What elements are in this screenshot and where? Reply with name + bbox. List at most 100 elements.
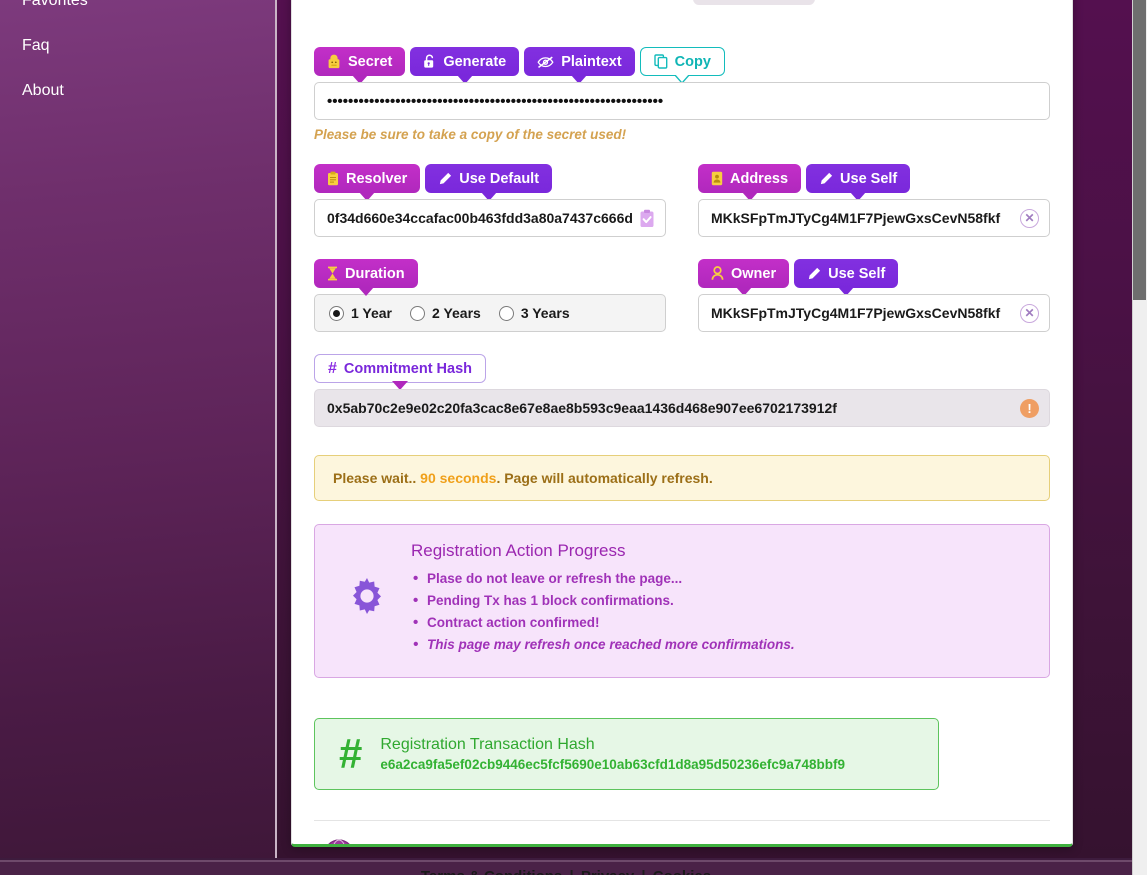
eye-off-icon [537,55,554,69]
unlock-icon [423,54,436,69]
radio-dot[interactable] [410,305,426,321]
resolver-use-default-button[interactable]: Use Default [425,164,553,201]
tx-hash-value[interactable]: e6a2ca9fa5ef02cb9446ec5fcf5690e10ab63cfd… [380,757,845,772]
lock-person-icon [327,54,341,69]
address-action-text: Use Self [840,170,898,187]
duration-radio-group[interactable]: 1 Year 2 Years 3 Years [314,294,666,332]
commitment-label-button: # Commitment Hash [314,354,487,390]
sidebar-item-label: Faq [22,37,50,54]
duration-label-button[interactable]: Duration [314,259,418,296]
address-input[interactable]: MKkSFpTmJTyCg4M1F7PjewGxsCevN58fkf ✕ [698,199,1050,237]
secret-value: ••••••••••••••••••••••••••••••••••••••••… [327,92,664,110]
top-partial-row: 93694.0216 [314,0,1050,7]
progress-line: Contract action confirmed! [411,614,1029,631]
globe-logo-icon [324,839,354,844]
duration-group: Duration 1 Year 2 Years 3 Years [314,259,666,332]
commitment-label-text: Commitment Hash [343,360,473,377]
resolver-group: Resolver Use Default 0f34d660e34ccafac00… [314,164,666,237]
secret-hint: Please be sure to take a copy of the sec… [314,127,627,142]
wait-suffix: . Page will automatically refresh. [496,470,713,486]
owner-value: MKkSFpTmJTyCg4M1F7PjewGxsCevN58fkf [711,305,1001,321]
owner-action-text: Use Self [828,265,886,282]
resolver-input[interactable]: 0f34d660e34ccafac00b463fdd3a80a7437c666d [314,199,666,237]
copy-icon [653,54,668,69]
hash-icon: # [339,730,363,777]
generate-secret-button[interactable]: Generate [410,47,520,84]
circle-x-icon[interactable]: ✕ [1020,303,1039,323]
address-value: MKkSFpTmJTyCg4M1F7PjewGxsCevN58fkf [711,210,1001,226]
owner-label-button[interactable]: Owner [698,259,790,296]
copy-label-text: Copy [674,53,711,70]
tx-body: Registration Transaction Hash e6a2ca9fa5… [380,736,845,772]
duration-owner-row: Duration 1 Year 2 Years 3 Years Owner Us… [314,259,1050,332]
page-scrollbar-track[interactable] [1132,0,1147,875]
price-pill[interactable]: 93694.0216 [693,0,815,5]
duration-option-1year[interactable]: 1 Year [329,305,392,321]
page-scrollbar-thumb[interactable] [1133,0,1146,300]
resolver-label-button[interactable]: Resolver [314,164,421,201]
footer: Terms & Conditions | Privacy | Cookies [0,860,1132,875]
clipboard-check-icon[interactable] [639,209,655,228]
duration-label-text: Duration [345,265,405,282]
registration-card: 93694.0216 S [291,0,1073,847]
address-group: Address Use Self MKkSFpTmJTyCg4M1F7PjewG… [698,164,1050,237]
generate-label-text: Generate [443,53,507,70]
commitment-hash-value: 0x5ab70c2e9e02c20fa3cac8e67e8ae8b593c9ea… [327,400,837,416]
radio-dot[interactable] [498,305,514,321]
secret-label-button[interactable]: Secret [314,47,406,84]
plaintext-toggle-button[interactable]: Plaintext [524,47,635,84]
secret-input[interactable]: ••••••••••••••••••••••••••••••••••••••••… [314,82,1050,120]
owner-group: Owner Use Self MKkSFpTmJTyCg4M1F7PjewGxs… [698,259,1050,332]
commitment-hash-field: 0x5ab70c2e9e02c20fa3cac8e67e8ae8b593c9ea… [314,389,1050,427]
cookies-link[interactable]: Cookies [653,868,711,875]
address-use-self-button[interactable]: Use Self [806,164,911,201]
sidebar-item-about[interactable]: About [0,68,275,113]
address-label-button[interactable]: Address [698,164,802,201]
hourglass-icon [327,266,338,281]
pencil-icon [819,172,833,186]
pencil-icon [807,267,821,281]
duration-option-3years[interactable]: 3 Years [498,305,570,321]
sidebar-item-faq[interactable]: Faq [0,23,275,68]
registration-progress-panel: Registration Action Progress Plase do no… [314,524,1050,678]
progress-body: Registration Action Progress Plase do no… [411,541,1029,659]
duration-option-label: 1 Year [351,305,393,321]
duration-option-2years[interactable]: 2 Years [410,305,481,321]
secret-label-text: Secret [348,53,393,70]
user-icon [711,266,724,281]
pencil-icon [438,172,452,186]
registration-tx-hash-panel: # Registration Transaction Hash e6a2ca9f… [314,718,939,790]
copy-secret-button[interactable]: Copy [639,47,725,84]
terms-link[interactable]: Terms & Conditions [421,868,562,875]
privacy-link[interactable]: Privacy [581,868,634,875]
owner-tab-row: Owner Use Self [698,259,1050,296]
progress-title: Registration Action Progress [411,541,626,560]
sidebar-item-label: Favorites [22,0,88,9]
commitment-tab-row: # Commitment Hash [314,354,1050,390]
wait-seconds: 90 seconds [420,470,497,486]
plaintext-label-text: Plaintext [561,53,622,70]
tx-title: Registration Transaction Hash [380,736,595,753]
circle-x-icon[interactable]: ✕ [1020,208,1039,228]
availability-status-bar: This name is available for registration. [314,820,1050,844]
gear-icon [335,574,391,627]
page-background: 93694.0216 S [277,0,1132,858]
address-card-icon [711,171,723,186]
owner-input[interactable]: MKkSFpTmJTyCg4M1F7PjewGxsCevN58fkf ✕ [698,294,1050,332]
resolver-label-text: Resolver [346,170,408,187]
owner-use-self-button[interactable]: Use Self [794,259,899,296]
duration-option-label: 2 Years [432,305,481,321]
progress-line: Plase do not leave or refresh the page..… [411,570,1029,587]
sidebar-item-favorites[interactable]: Favorites [0,0,275,23]
footer-links: Terms & Conditions | Privacy | Cookies [0,862,1132,875]
radio-dot-selected[interactable] [329,305,344,321]
clipboard-icon [327,171,339,186]
resolver-action-text: Use Default [459,170,540,187]
wait-prefix: Please wait.. [333,470,417,486]
secret-tab-row: Secret Generate Plaintext Copy [314,47,1050,84]
progress-line: This page may refresh once reached more … [411,636,1029,653]
resolver-address-row: Resolver Use Default 0f34d660e34ccafac00… [314,164,1050,237]
progress-line: Pending Tx has 1 block confirmations. [411,592,1029,609]
warning-badge-icon: ! [1020,398,1039,418]
duration-tab-row: Duration [314,259,666,296]
